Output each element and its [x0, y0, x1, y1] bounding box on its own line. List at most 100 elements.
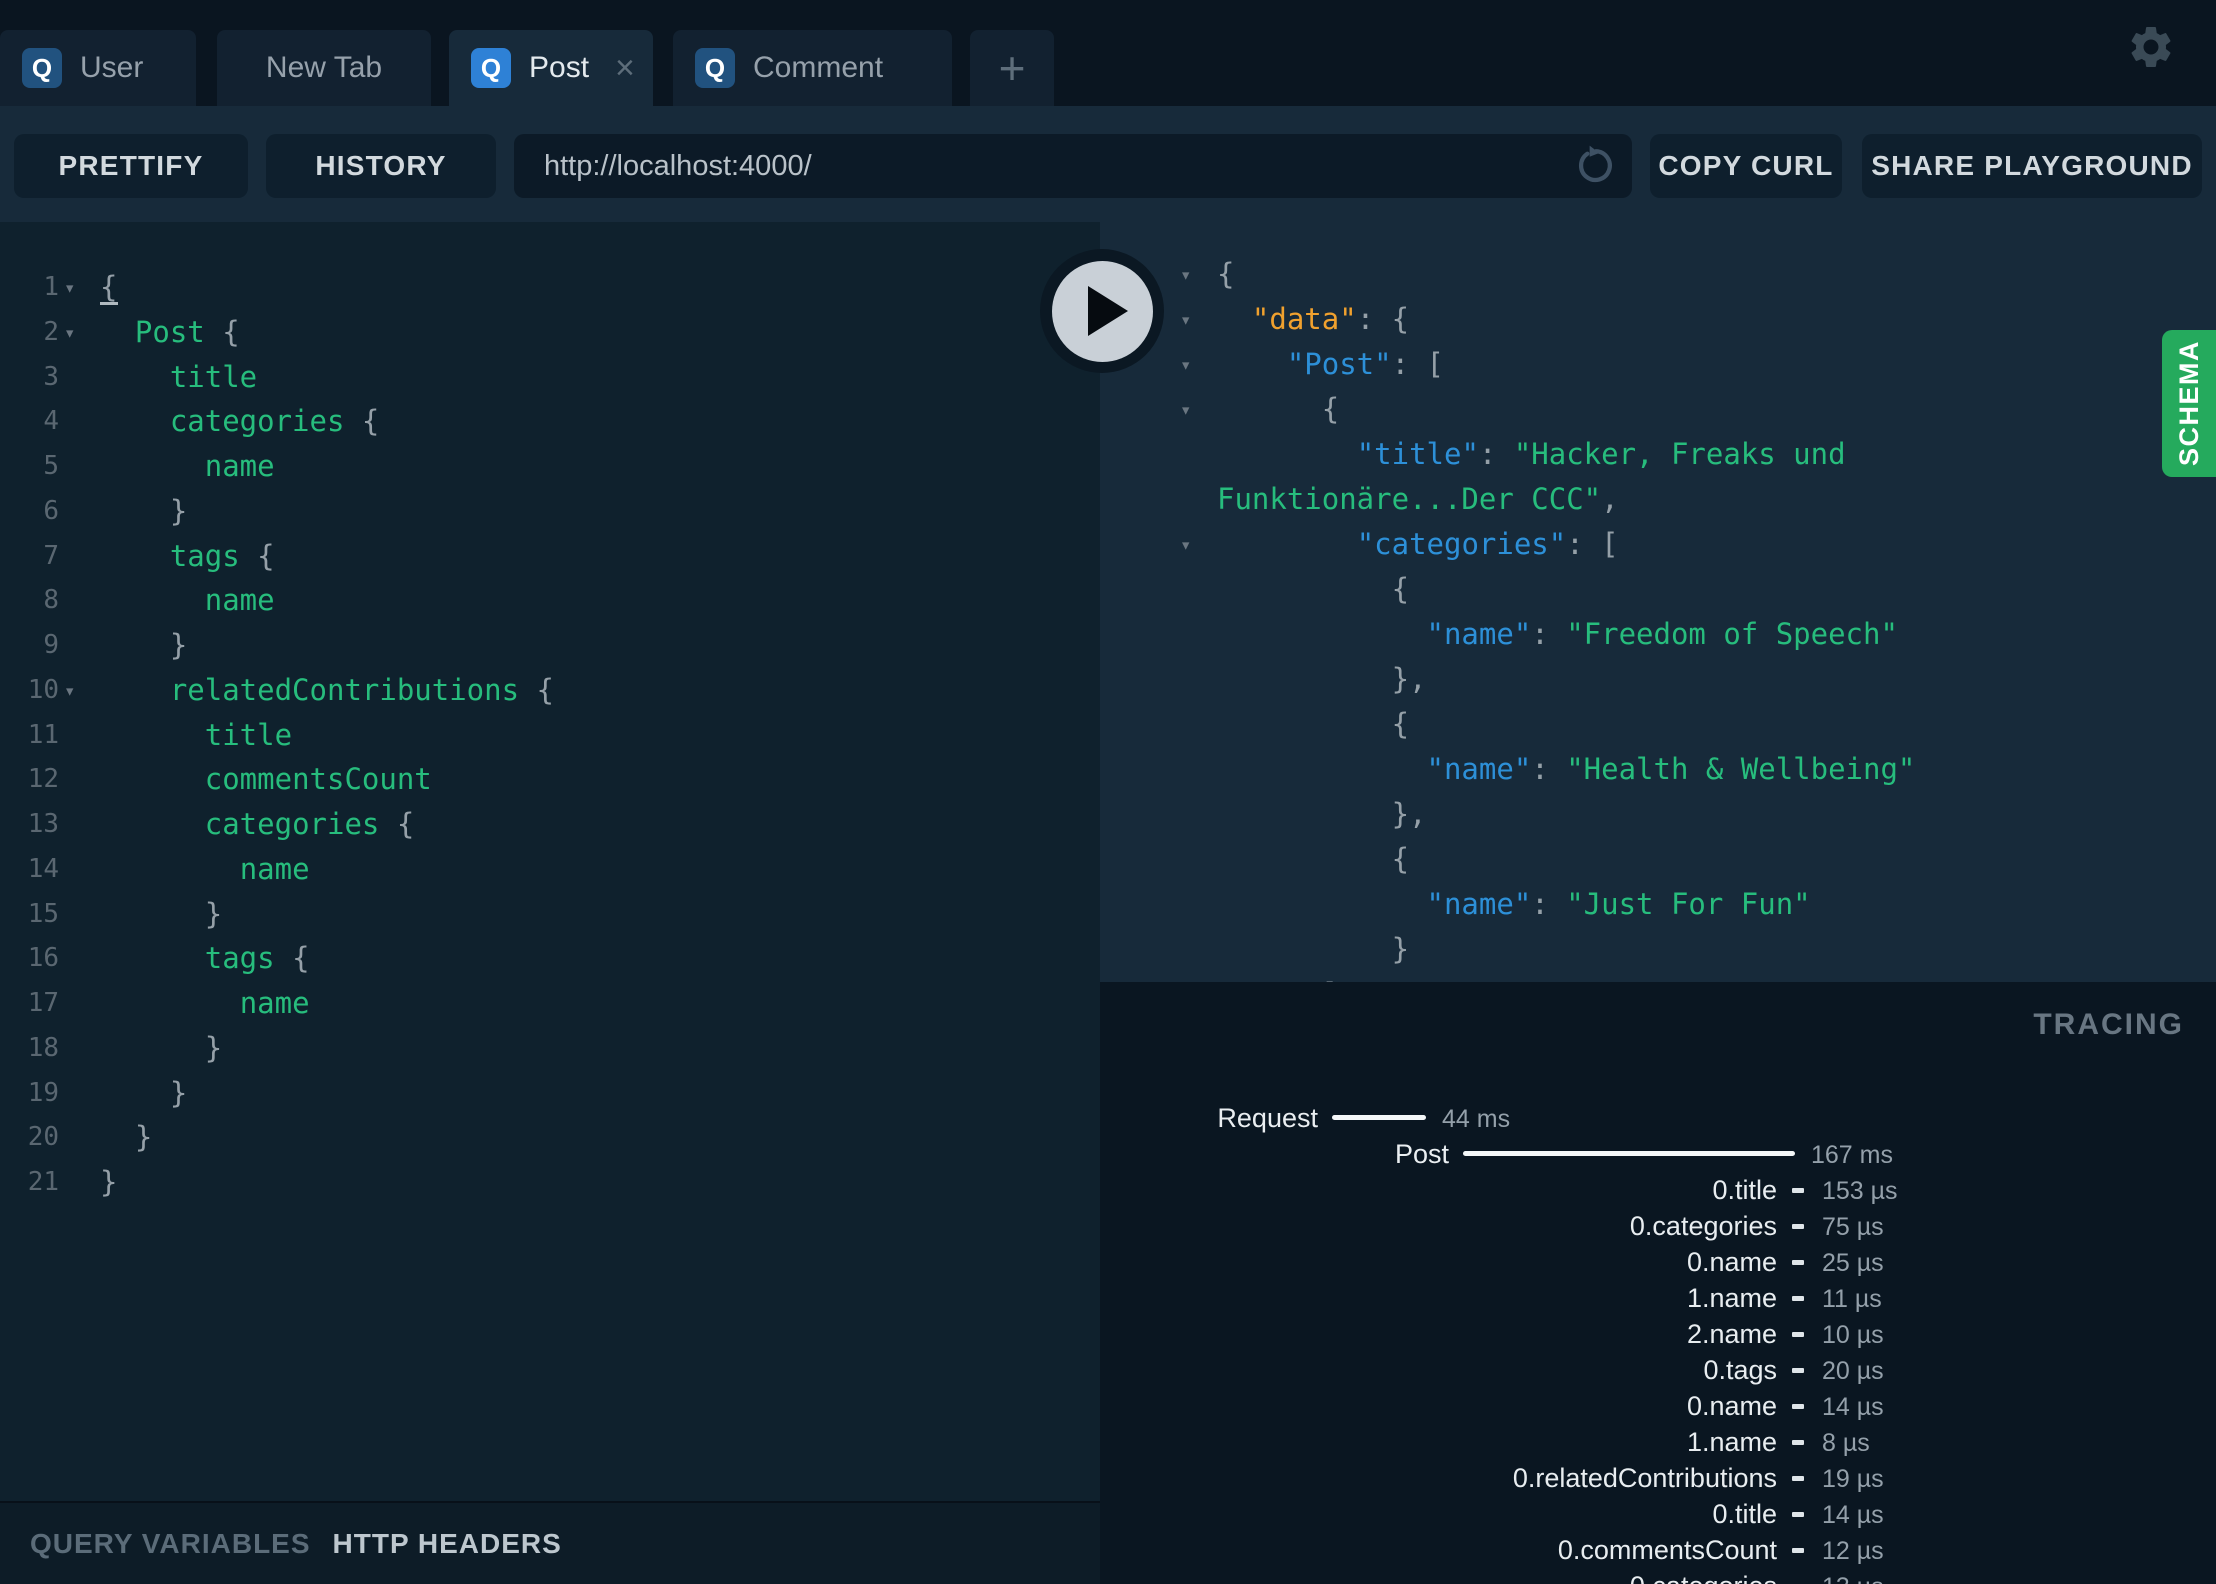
query-editor[interactable]: 1 ▾{2 ▾ Post {3 title 4 categories {5 name 6…: [0, 222, 1100, 1501]
code-token: "title": [1356, 437, 1479, 471]
trace-duration-value: 14 µs: [1822, 1501, 1884, 1529]
fold-arrow-icon[interactable]: ▾: [1180, 298, 1191, 343]
response-line: ▾ "categories": [: [1100, 522, 2216, 567]
fold-arrow-icon[interactable]: ▾: [64, 311, 75, 356]
trace-tick-bar: [1792, 1332, 1804, 1337]
response-code: "categories": [: [1217, 522, 1619, 567]
query-code: }: [100, 489, 187, 534]
new-tab-button[interactable]: +: [970, 30, 1054, 106]
response-line: "name": "Freedom of Speech": [1100, 612, 2216, 657]
fold-arrow-icon[interactable]: ▾: [1180, 388, 1191, 433]
tab-comment[interactable]: Q Comment: [673, 30, 952, 106]
code-token: "categories": [1356, 527, 1567, 561]
code-token: }: [100, 1120, 153, 1155]
response-line: {: [1100, 567, 2216, 612]
http-headers-tab[interactable]: HTTP HEADERS: [333, 1528, 562, 1560]
trace-field-label: 0.tags: [1703, 1355, 1777, 1385]
query-code: tags {: [100, 534, 275, 579]
response-code: {: [1217, 387, 1339, 432]
endpoint-url-input[interactable]: [514, 134, 1632, 198]
trace-row: 0.title 153 µs: [1100, 1172, 2216, 1208]
trace-row: 0.categories 13 µs: [1100, 1568, 2216, 1584]
tab-post[interactable]: Q Post ×: [449, 30, 653, 106]
query-code: }: [100, 1115, 152, 1160]
line-number: 8: [43, 585, 59, 616]
prettify-button[interactable]: PRETTIFY: [14, 134, 248, 198]
code-token: {: [1217, 257, 1235, 291]
response-code: "name": "Just For Fun": [1217, 882, 1811, 927]
settings-button[interactable]: [2126, 22, 2176, 72]
code-token: :: [1531, 752, 1567, 786]
query-line: 17 name: [0, 981, 1100, 1026]
trace-duration-value: 19 µs: [1822, 1465, 1884, 1493]
code-token: {: [100, 270, 118, 304]
line-number: 6: [43, 495, 59, 526]
query-line: 5 name: [0, 444, 1100, 489]
line-number: 1: [43, 272, 59, 302]
query-line: 3 title: [0, 355, 1100, 400]
line-number: 9: [43, 630, 59, 660]
tab-bar: Q User New Tab Q Post × Q Comment +: [0, 0, 2216, 106]
code-token: categories: [204, 807, 380, 841]
text-cursor: [100, 302, 118, 305]
history-button[interactable]: HISTORY: [266, 134, 496, 198]
response-code: "title": "Hacker, Freaks und: [1217, 432, 1846, 477]
trace-duration-value: 20 µs: [1822, 1357, 1884, 1385]
trace-row: 0.title 14 µs: [1100, 1496, 2216, 1532]
query-line: 9 }: [0, 623, 1100, 668]
fold-arrow-icon[interactable]: ▾: [1180, 523, 1191, 568]
fold-arrow-icon[interactable]: ▾: [1180, 253, 1191, 298]
code-token: }: [100, 1030, 223, 1065]
query-code: }: [100, 1026, 222, 1071]
query-variables-tab[interactable]: QUERY VARIABLES: [30, 1528, 311, 1560]
trace-row: 1.name 8 µs: [1100, 1424, 2216, 1460]
code-token: }: [100, 1075, 188, 1110]
tab-label: User: [80, 51, 144, 84]
trace-field-label: 0.commentsCount: [1557, 1535, 1777, 1565]
trace-tick-bar: [1792, 1296, 1804, 1301]
response-code: "name": "Health & Wellbeing": [1217, 747, 1916, 792]
close-icon[interactable]: ×: [615, 51, 635, 85]
query-badge: Q: [471, 48, 511, 88]
trace-row: 0.relatedContributions 19 µs: [1100, 1460, 2216, 1496]
code-token: : [: [1566, 527, 1619, 561]
code-token: {: [1217, 707, 1410, 741]
response-code: "data": {: [1217, 297, 1409, 342]
fold-arrow-icon[interactable]: ▾: [1180, 343, 1191, 388]
query-code: name: [100, 981, 310, 1026]
trace-duration-value: 25 µs: [1822, 1249, 1884, 1277]
share-playground-button[interactable]: SHARE PLAYGROUND: [1862, 134, 2202, 198]
code-token: }: [1217, 932, 1410, 966]
tab-new-tab[interactable]: New Tab: [217, 30, 431, 106]
code-token: {: [379, 807, 415, 841]
query-code: categories {: [100, 802, 415, 847]
trace-duration-bar: [1463, 1151, 1795, 1156]
response-line: {: [1100, 837, 2216, 882]
tab-user[interactable]: Q User: [0, 30, 196, 106]
tab-label: Post: [529, 51, 590, 84]
reload-schema-button[interactable]: [1572, 143, 1618, 189]
response-code: "name": "Freedom of Speech": [1217, 612, 1898, 657]
response-line: ▾ {: [1100, 387, 2216, 432]
trace-duration-value: 14 µs: [1822, 1393, 1884, 1421]
fold-arrow-icon[interactable]: ▾: [64, 266, 75, 311]
play-button-circle: [1051, 260, 1153, 362]
execute-query-button[interactable]: [1040, 249, 1164, 373]
trace-row: Post 167 ms: [1100, 1136, 2216, 1172]
line-number: 5: [43, 451, 59, 481]
query-line: 10 ▾ relatedContributions {: [0, 668, 1100, 713]
query-line: 6 }: [0, 489, 1100, 534]
trace-field-label: 2.name: [1686, 1319, 1777, 1349]
copy-curl-button[interactable]: COPY CURL: [1650, 134, 1842, 198]
fold-arrow-icon[interactable]: ▾: [64, 669, 75, 714]
query-line: 11 title: [0, 713, 1100, 758]
code-token: :: [1531, 617, 1567, 651]
schema-sidebar-tab[interactable]: SCHEMA: [2162, 330, 2216, 477]
trace-row: 0.name 25 µs: [1100, 1244, 2216, 1280]
trace-field-label: 0.title: [1712, 1175, 1777, 1205]
